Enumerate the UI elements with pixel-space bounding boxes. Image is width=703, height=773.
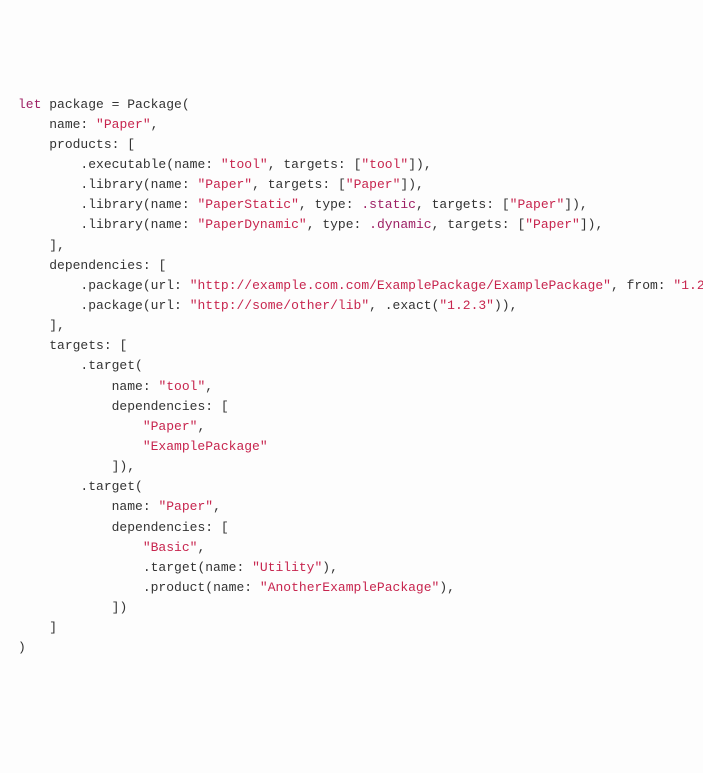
str-url1: "http://example.com.com/ExamplePackage/E…: [190, 278, 611, 293]
member-dynamic: .dynamic: [369, 217, 431, 232]
fn-product: .product: [143, 580, 205, 595]
keyword-let: let: [18, 97, 41, 112]
type-package: Package: [127, 97, 182, 112]
var-package: package: [49, 97, 104, 112]
key-targets: targets:: [49, 338, 111, 353]
str-anotherpackage: "AnotherExamplePackage": [260, 580, 439, 595]
str-paperdynamic: "PaperDynamic": [197, 217, 306, 232]
member-static: .static: [361, 197, 416, 212]
fn-library: .library: [80, 177, 142, 192]
fn-executable: .executable: [80, 157, 166, 172]
fn-exact: .exact: [385, 298, 432, 313]
str-basic: "Basic": [143, 540, 198, 555]
str-paperstatic: "PaperStatic": [197, 197, 298, 212]
comma: ,: [151, 117, 159, 132]
paren-open: (: [182, 97, 190, 112]
code-block: let package = Package( name: "Paper", pr…: [18, 95, 685, 659]
assign: =: [104, 97, 127, 112]
paren-close: ): [18, 640, 26, 655]
str-utility: "Utility": [252, 560, 322, 575]
str-url2: "http://some/other/lib": [190, 298, 369, 313]
str-ver1: "1.2.: [673, 278, 703, 293]
str-examplepackage: "ExamplePackage": [143, 439, 268, 454]
key-dependencies: dependencies:: [49, 258, 150, 273]
fn-target: .target: [80, 358, 135, 373]
fn-package: .package: [80, 278, 142, 293]
key-products: products:: [49, 137, 119, 152]
str-ver2: "1.2.3": [439, 298, 494, 313]
key-name: name:: [49, 117, 88, 132]
str-paper: "Paper": [96, 117, 151, 132]
bracket-open: [: [127, 137, 135, 152]
str-tool: "tool": [221, 157, 268, 172]
